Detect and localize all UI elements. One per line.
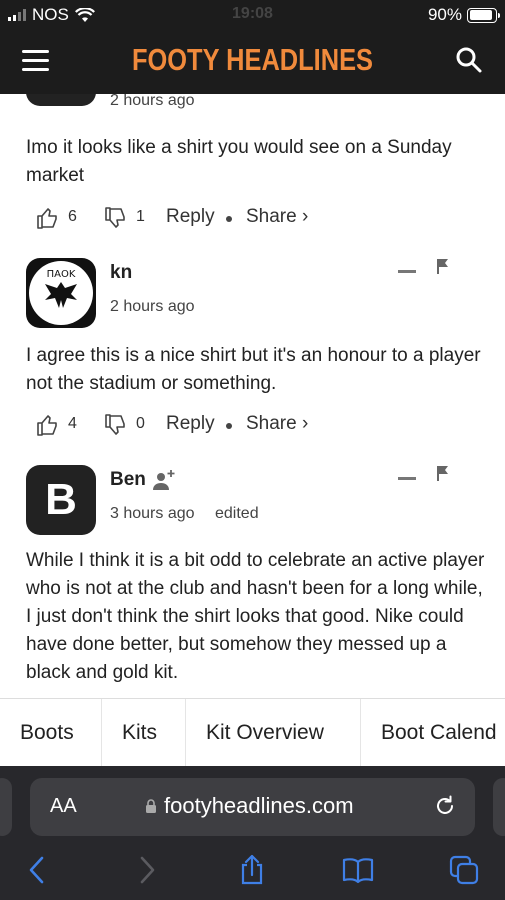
lock-icon	[146, 799, 156, 813]
address-bar[interactable]: AA footyheadlines.com	[30, 778, 475, 836]
prev-tab-edge[interactable]	[0, 778, 12, 836]
like-count: 4	[68, 415, 77, 432]
collapse-icon[interactable]	[398, 477, 416, 480]
site-logo[interactable]: FOOTY HEADLINES	[45, 42, 459, 78]
dislike-count: 0	[136, 415, 145, 432]
comment-author[interactable]: Ben	[110, 469, 146, 491]
search-icon[interactable]	[455, 46, 483, 74]
paok-crest-icon: ΠΑΟΚ	[29, 261, 93, 325]
svg-text:ΠΑΟΚ: ΠΑΟΚ	[47, 269, 76, 280]
browser-toolbar: AA footyheadlines.com	[0, 766, 505, 900]
comments-list: J 2 hours ago Imo it looks like a shirt …	[0, 94, 505, 698]
nav-item-boot-calendar[interactable]: Boot Calend	[361, 699, 505, 766]
battery-icon	[467, 7, 500, 23]
comment: ΠΑΟΚ kn 2 hours ago I agree this is a ni…	[0, 258, 505, 458]
collapse-icon[interactable]	[398, 270, 416, 273]
forward-icon[interactable]	[130, 854, 162, 886]
battery: 90%	[427, 5, 500, 25]
share-link[interactable]: Share ›	[246, 206, 308, 228]
avatar[interactable]: ΠΑΟΚ	[26, 258, 96, 328]
comment-time: 2 hours ago	[110, 94, 195, 109]
thumbs-down-icon[interactable]	[104, 206, 128, 230]
comment-text: I agree this is a nice shirt but it's an…	[26, 345, 481, 394]
bookmarks-icon[interactable]	[342, 854, 374, 886]
separator-dot	[226, 423, 232, 429]
comment-time: 3 hours ago	[110, 505, 195, 522]
dislike-count: 1	[136, 208, 145, 225]
comment-time: 2 hours ago	[110, 298, 195, 315]
comment-author[interactable]: kn	[110, 262, 132, 284]
back-icon[interactable]	[22, 854, 54, 886]
reload-icon[interactable]	[433, 794, 457, 818]
avatar[interactable]: B	[26, 465, 96, 535]
nav-item-boots[interactable]: Boots	[0, 699, 102, 766]
thumbs-up-icon[interactable]	[36, 413, 60, 437]
reader-options-button[interactable]: AA	[50, 795, 77, 818]
like-count: 6	[68, 208, 77, 225]
avatar[interactable]: J	[26, 94, 96, 106]
comment: B Ben 3 hours ago edited While I think i…	[0, 465, 505, 698]
nav-item-kits[interactable]: Kits	[102, 699, 186, 766]
edited-label: edited	[215, 505, 259, 522]
reply-link[interactable]: Reply	[166, 413, 215, 435]
category-nav: Boots Kits Kit Overview Boot Calend	[0, 698, 505, 766]
separator-dot	[226, 216, 232, 222]
flag-icon[interactable]	[436, 465, 450, 481]
status-bar: NOS 19:08 90%	[0, 0, 505, 30]
nav-item-kit-overview[interactable]: Kit Overview	[186, 699, 361, 766]
tabs-icon[interactable]	[448, 854, 480, 886]
comment-actions: 6 1 Reply Share ›	[36, 206, 496, 232]
share-icon[interactable]	[236, 854, 268, 886]
comment-text: While I think it is a bit odd to celebra…	[26, 550, 485, 683]
add-user-icon[interactable]	[152, 469, 176, 491]
site-header: FOOTY HEADLINES	[0, 30, 505, 94]
reply-link[interactable]: Reply	[166, 206, 215, 228]
comment-text: Imo it looks like a shirt you would see …	[26, 137, 452, 186]
share-link[interactable]: Share ›	[246, 413, 308, 435]
comment: J 2 hours ago Imo it looks like a shirt …	[0, 94, 505, 254]
battery-percent: 90%	[427, 5, 462, 24]
comment-actions: 4 0 Reply Share ›	[36, 413, 496, 439]
flag-icon[interactable]	[436, 258, 450, 274]
url-text[interactable]: footyheadlines.com	[164, 793, 354, 819]
thumbs-up-icon[interactable]	[36, 206, 60, 230]
thumbs-down-icon[interactable]	[104, 413, 128, 437]
next-tab-edge[interactable]	[493, 778, 505, 836]
